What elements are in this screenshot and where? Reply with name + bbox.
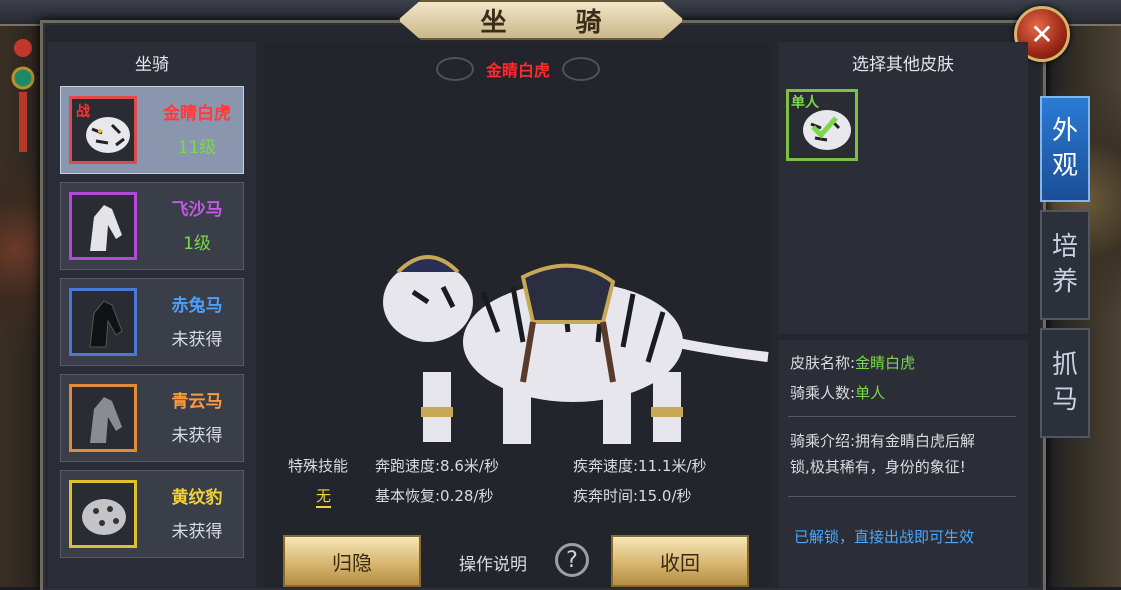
banner-ornament-left [435,57,474,81]
white-tiger-mount-model[interactable] [373,232,773,452]
run-speed: 奔跑速度:8.6米/秒 [375,457,499,475]
skin-name-label: 皮肤名称: [790,354,856,372]
skin-selector-panel: 选择其他皮肤 单人 [778,42,1028,334]
skin-selector-header: 选择其他皮肤 [852,55,954,75]
tab-label-char: 抓 [1051,349,1078,380]
mount-status: 未获得 [171,426,223,446]
mount-list-panel: 坐骑 战 金睛白虎 11级 飞沙马 1级 赤兔马 未获得 青云马 未获得 黄纹豹… [48,42,256,587]
mount-item-golden-eye-white-tiger[interactable]: 战 金睛白虎 11级 [60,86,244,174]
special-skill-label: 特殊技能 [288,457,349,475]
base-recovery: 基本恢复:0.28/秒 [375,487,494,505]
mount-item-red-hare-horse[interactable]: 赤兔马 未获得 [60,278,244,366]
mount-name: 飞沙马 [171,200,223,220]
question-icon[interactable]: ? [555,543,589,577]
mount-thumbnail [69,384,137,452]
sprint-time: 疾奔时间:15.0/秒 [573,487,692,505]
info-divider [788,416,1016,417]
tab-label-char: 马 [1051,385,1078,415]
banner-ornament-right [562,57,600,81]
riders-row: 骑乘人数:单人 [790,382,885,403]
tab-label-char: 培 [1051,231,1078,262]
ride-description-line-1: 骑乘介绍:拥有金睛白虎后解 [790,432,976,450]
mount-name-banner: 金睛白虎 [413,54,623,84]
mount-thumbnail [69,288,137,356]
white-horse-icon [72,195,134,257]
mount-thumbnail [69,192,137,260]
close-x-icon: ✕ [1030,17,1054,51]
mount-preview-panel: 金睛白虎 特殊技能 无 奔跑速度:8.6米/秒 基本恢复:0.28/秒 疾奔速度… [263,42,770,587]
mount-name: 青云马 [171,392,223,412]
window-title-plaque: 坐 骑 [398,0,684,40]
unlock-note: 已解锁，直接出战即可生效 [794,528,975,546]
recall-button[interactable]: 收回 [611,535,749,587]
skin-name-value: 金睛白虎 [855,354,916,372]
skin-option[interactable]: 单人 [786,89,858,161]
mount-thumbnail [69,480,137,548]
checkmark-icon [811,116,838,139]
mount-status: 未获得 [171,522,223,542]
skin-name-row: 皮肤名称:金睛白虎 [790,352,915,373]
special-skill-value: 无 [316,485,332,508]
ride-description-line-2: 锁,极其稀有，身份的象征! [790,458,966,476]
mount-item-flying-sand-horse[interactable]: 飞沙马 1级 [60,182,244,270]
skin-rider-tag: 单人 [791,95,819,111]
mount-status: 11级 [177,138,217,158]
mount-list-header: 坐骑 [135,55,169,75]
tab-catch-horse[interactable]: 抓 马 [1040,328,1090,438]
hide-button[interactable]: 归隐 [283,535,421,587]
tab-train[interactable]: 培 养 [1040,210,1090,320]
mount-item-yellow-leopard[interactable]: 黄纹豹 未获得 [60,470,244,558]
riders-label: 骑乘人数: [790,384,856,402]
tab-appearance[interactable]: 外 观 [1040,96,1090,202]
war-tag: 战 [76,104,90,120]
riders-value: 单人 [855,384,886,402]
help-label[interactable]: 操作说明 [459,550,527,575]
window-title: 坐 骑 [480,7,632,38]
tab-label-char: 观 [1051,151,1078,181]
grey-horse-icon [72,387,134,449]
tab-label-char: 外 [1051,115,1078,146]
jade-charm-ornament [11,39,35,152]
mount-name: 赤兔马 [171,296,223,316]
mount-status: 未获得 [171,330,223,350]
preview-mount-name: 金睛白虎 [485,61,550,80]
mount-name: 黄纹豹 [171,488,223,508]
mount-name: 金睛白虎 [163,104,231,124]
mount-thumbnail: 战 [69,96,137,164]
leopard-icon [72,483,134,545]
mount-status: 1级 [183,234,211,254]
sprint-speed: 疾奔速度:11.1米/秒 [573,457,707,475]
info-divider [788,496,1016,497]
mount-item-blue-cloud-horse[interactable]: 青云马 未获得 [60,374,244,462]
dark-horse-icon [72,291,134,353]
tab-label-char: 养 [1051,267,1078,297]
skin-info-panel: 皮肤名称:金睛白虎 骑乘人数:单人 骑乘介绍:拥有金睛白虎后解 锁,极其稀有，身… [778,340,1028,587]
